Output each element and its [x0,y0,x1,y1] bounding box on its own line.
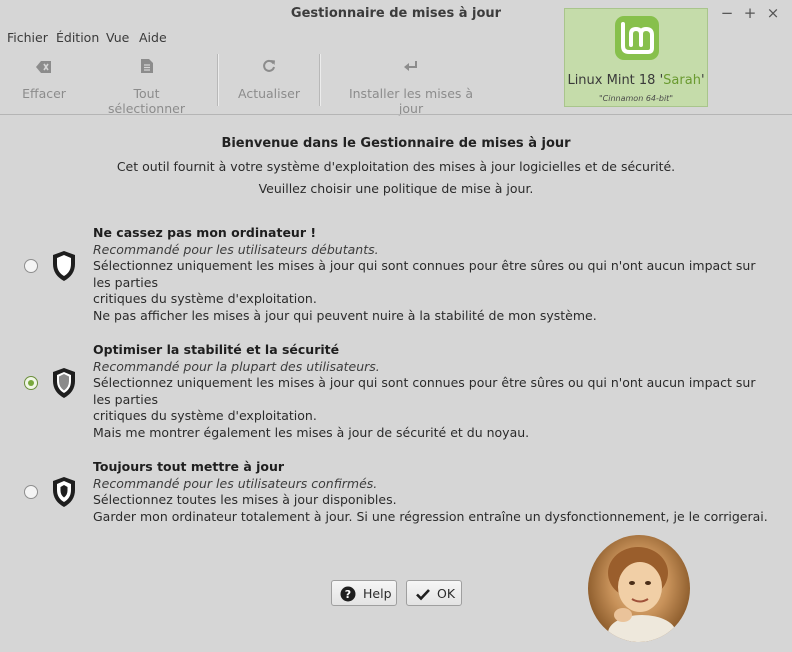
distro-logo-panel: Linux Mint 18 'Sarah' "Cinnamon 64-bit" [564,8,708,107]
help-label: Help [363,586,392,601]
option-description: Sélectionnez uniquement les mises à jour… [93,258,756,290]
header-divider [0,114,792,115]
option-description: critiques du système d'exploitation. [93,408,317,424]
svg-text:?: ? [345,588,351,601]
option-recommendation: Recommandé pour la plupart des utilisate… [93,358,380,374]
policy-option-safe[interactable]: Ne cassez pas mon ordinateur ! Recommand… [93,225,773,325]
backspace-icon [14,58,74,80]
policy-option-balanced[interactable]: Optimiser la stabilité et la sécurité Re… [93,342,773,442]
option-description: critiques du système d'exploitation. [93,291,317,307]
close-button[interactable]: × [764,4,782,22]
option-title: Optimiser la stabilité et la sécurité [93,342,340,357]
policy-option-all[interactable]: Toujours tout mettre à jour Recommandé p… [93,459,773,525]
menu-file[interactable]: Fichier [7,30,48,45]
option-description: Mais me montrer également les mises à jo… [93,424,530,440]
option-description: Garder mon ordinateur totalement à jour.… [93,508,768,524]
ok-label: OK [437,586,456,601]
help-icon: ? [340,586,356,602]
menu-view[interactable]: Vue [106,30,129,45]
welcome-title: Bienvenue dans le Gestionnaire de mises … [221,136,571,151]
select-all-button[interactable]: Tout sélectionner [94,58,199,116]
menu-help[interactable]: Aide [139,30,167,45]
minimize-button[interactable]: − [718,4,736,22]
policy-radio-safe[interactable] [24,259,38,273]
refresh-icon [237,58,301,80]
shield-icon [53,477,75,507]
option-recommendation: Recommandé pour les utilisateurs confirm… [93,475,378,491]
document-icon [94,58,199,80]
option-recommendation: Recommandé pour les utilisateurs débutan… [93,241,379,257]
refresh-label: Actualiser [238,86,300,101]
welcome-instruction: Veuillez choisir une politique de mise à… [258,181,534,196]
distro-edition: "Cinnamon 64-bit" [598,94,673,103]
option-title: Ne cassez pas mon ordinateur ! [93,225,317,240]
menu-edit[interactable]: Édition [56,30,99,45]
policy-radio-all[interactable] [24,485,38,499]
help-button[interactable]: ? Help [331,580,397,606]
maximize-button[interactable]: + [741,4,759,22]
option-description: Sélectionnez uniquement les mises à jour… [93,375,756,407]
linux-mint-logo-icon [615,16,659,60]
policy-radio-balanced[interactable] [24,376,38,390]
welcome-description: Cet outil fournit à votre système d'expl… [116,159,676,174]
toolbar-separator [217,54,219,106]
option-description: Sélectionnez toutes les mises à jour dis… [93,492,397,508]
update-manager-window: Gestionnaire de mises à jour − + × Fichi… [0,0,792,652]
clear-label: Effacer [22,86,66,101]
checkmark-icon [416,589,430,601]
distro-name: Linux Mint 18 'Sarah' [565,73,707,88]
distro-name-suffix: ' [700,73,705,88]
distro-name-prefix: Linux Mint 18 ' [567,73,664,88]
option-title: Toujours tout mettre à jour [93,459,285,474]
shield-icon [53,368,75,398]
shield-icon [53,251,75,281]
option-description: Ne pas afficher les mises à jour qui peu… [93,307,597,323]
refresh-button[interactable]: Actualiser [237,58,301,106]
toolbar-separator [319,54,321,106]
enter-arrow-icon [339,58,483,80]
distro-codename: Sarah [663,73,701,88]
install-updates-label: Installer les mises à jour [348,86,474,116]
clear-button[interactable]: Effacer [14,58,74,106]
ok-button[interactable]: OK [406,580,462,606]
user-photo [588,535,690,642]
portrait-image [608,547,676,642]
select-all-label: Tout sélectionner [108,86,185,116]
install-updates-button[interactable]: Installer les mises à jour [339,58,483,116]
